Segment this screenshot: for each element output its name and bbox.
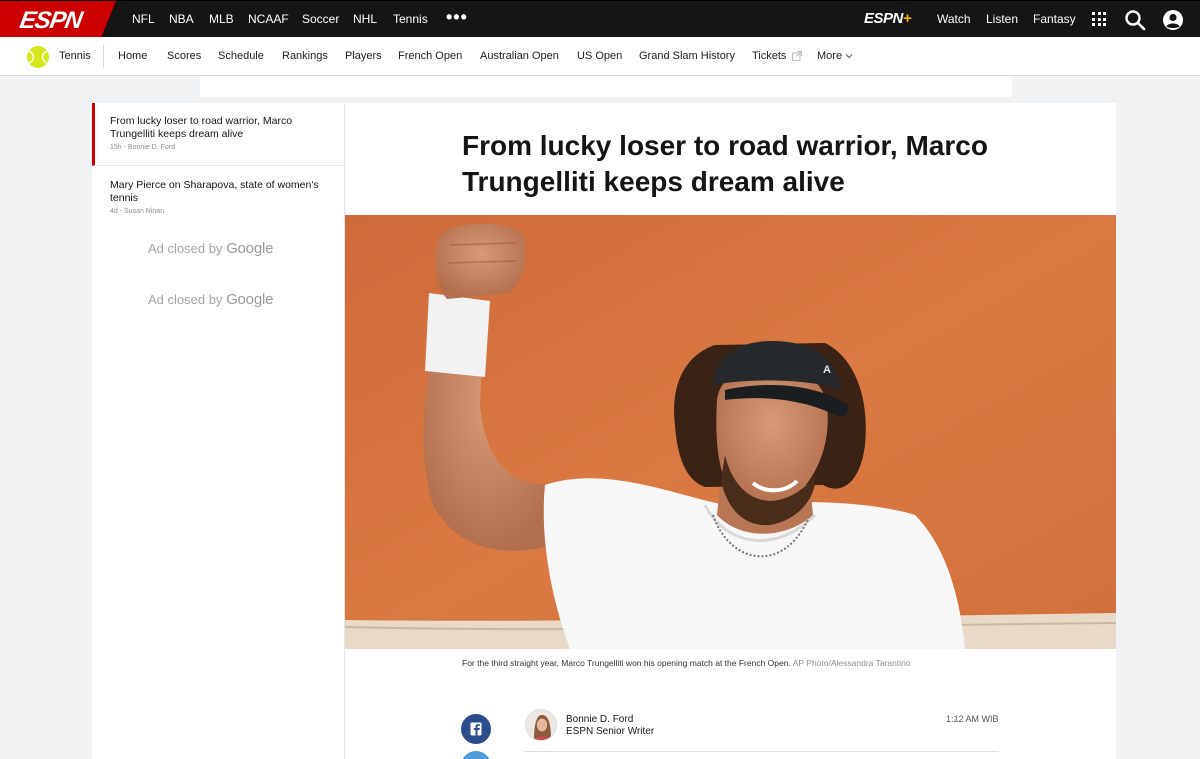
story-meta: 15h - Bonnie D. Ford <box>110 144 175 151</box>
subnav-more[interactable]: More <box>817 37 842 76</box>
sidebar-story[interactable]: Mary Pierce on Sharapova, state of women… <box>92 167 344 227</box>
author-name[interactable]: Bonnie D. Ford <box>566 714 633 725</box>
chevron-down-icon[interactable] <box>845 52 853 60</box>
subnav-grand-slam-history[interactable]: Grand Slam History <box>639 37 735 76</box>
story-title[interactable]: From lucky loser to road warrior, Marco … <box>110 115 328 141</box>
sport-label-tennis[interactable]: Tennis <box>59 37 91 76</box>
subnav-schedule[interactable]: Schedule <box>218 37 264 76</box>
byline-divider <box>524 751 999 752</box>
subnav-players[interactable]: Players <box>345 37 382 76</box>
photo-credit: AP Photo/Alessandra Tarantino <box>792 658 911 668</box>
subnav-home[interactable]: Home <box>118 37 147 76</box>
nav-link-watch[interactable]: Watch <box>937 1 971 37</box>
sidebar-story-list: From lucky loser to road warrior, Marco … <box>92 103 345 759</box>
nav-more-button[interactable]: ••• <box>446 1 468 37</box>
external-link-icon <box>792 51 802 61</box>
search-icon[interactable] <box>1124 9 1146 31</box>
twitter-share-button[interactable] <box>461 751 491 759</box>
facebook-share-button[interactable] <box>461 714 491 744</box>
facebook-icon <box>470 722 482 736</box>
nav-link-soccer[interactable]: Soccer <box>302 1 339 37</box>
nav-link-nfl[interactable]: NFL <box>132 1 155 37</box>
article-timestamp: 1:12 AM WIB <box>946 714 999 724</box>
nav-link-nhl[interactable]: NHL <box>353 1 377 37</box>
nav-link-tennis[interactable]: Tennis <box>393 1 428 37</box>
hero-photo: A <box>345 215 1116 649</box>
sub-nav-divider <box>103 45 104 68</box>
article-headline: From lucky loser to road warrior, Marco … <box>462 130 988 197</box>
author-avatar[interactable] <box>525 709 557 741</box>
user-icon[interactable] <box>1162 9 1184 31</box>
subnav-us-open[interactable]: US Open <box>577 37 622 76</box>
sport-sub-nav: Tennis Home Scores Schedule Rankings Pla… <box>0 37 1200 76</box>
top-ad-banner <box>200 76 1012 97</box>
article: From lucky loser to road warrior, Marco … <box>345 103 1116 759</box>
espn-logo[interactable]: ESPN <box>0 1 122 37</box>
nav-link-nba[interactable]: NBA <box>169 1 194 37</box>
nav-link-ncaaf[interactable]: NCAAF <box>248 1 289 37</box>
nav-link-mlb[interactable]: MLB <box>209 1 234 37</box>
ad-closed-notice: Ad closed by Google <box>148 291 274 308</box>
tennis-ball-icon <box>27 46 49 68</box>
subnav-scores[interactable]: Scores <box>167 37 201 76</box>
ad-closed-notice: Ad closed by Google <box>148 240 274 257</box>
subnav-french-open[interactable]: French Open <box>398 37 462 76</box>
story-title[interactable]: Mary Pierce on Sharapova, state of women… <box>110 179 328 205</box>
svg-text:A: A <box>823 364 831 376</box>
nav-link-fantasy[interactable]: Fantasy <box>1033 1 1076 37</box>
subnav-australian-open[interactable]: Australian Open <box>480 37 559 76</box>
subnav-rankings[interactable]: Rankings <box>282 37 328 76</box>
subnav-tickets[interactable]: Tickets <box>752 37 786 76</box>
photo-caption: For the third straight year, Marco Trung… <box>462 658 911 668</box>
story-meta: 4d - Susan Ninan <box>110 208 165 215</box>
sidebar-story-active[interactable]: From lucky loser to road warrior, Marco … <box>92 103 344 166</box>
nav-link-listen[interactable]: Listen <box>986 1 1018 37</box>
author-title: ESPN Senior Writer <box>566 726 655 737</box>
apps-grid-icon[interactable] <box>1092 12 1106 26</box>
global-nav: ESPN NFL NBA MLB NCAAF Soccer NHL Tennis… <box>0 1 1200 37</box>
espn-plus-logo[interactable]: ESPN+ <box>864 10 912 27</box>
